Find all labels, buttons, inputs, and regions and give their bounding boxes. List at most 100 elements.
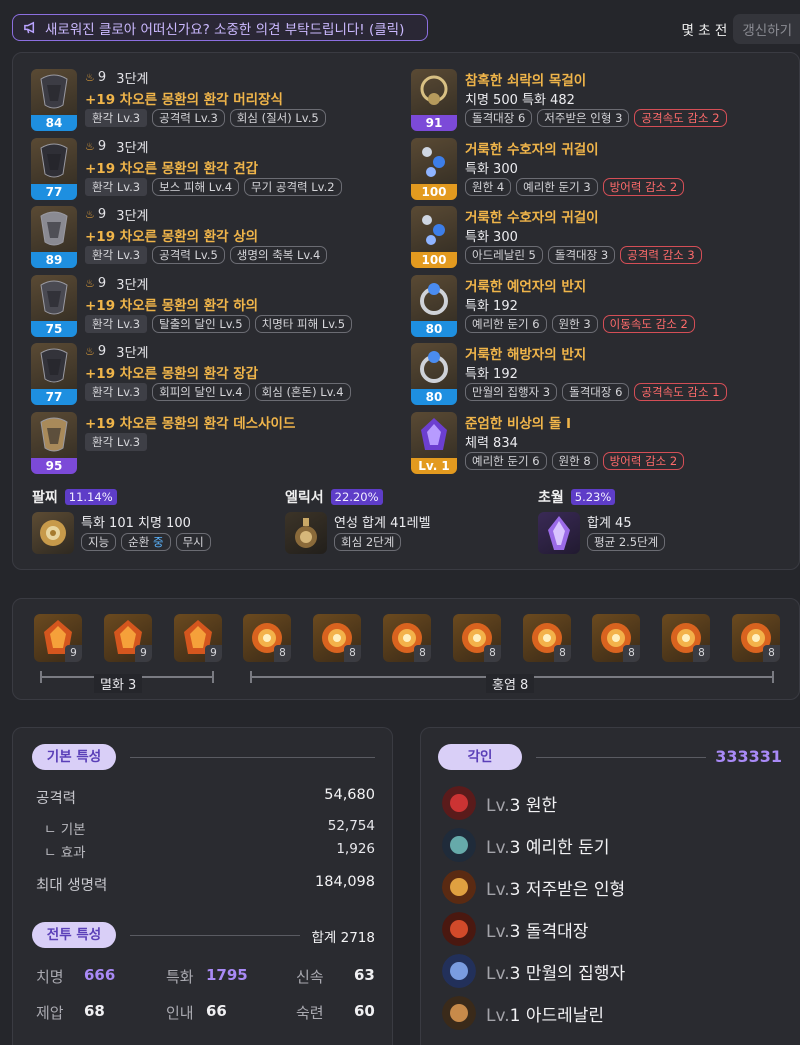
bracelet-percent: 11.14%	[64, 489, 117, 505]
option-tag: 치명타 피해 Lv.5	[254, 315, 353, 333]
armor-item[interactable]: 77 ♨ 9 3단계 +19 차오른 몽환의 환각 장갑 환각 Lv.3 회피의 달인 L…	[31, 343, 351, 405]
armor-item[interactable]: 84 ♨ 9 3단계 +19 차오른 몽환의 환각 머리장식 환각 Lv.3 공격력 Lv…	[31, 69, 326, 131]
accessory-item[interactable]: 80 거룩한 해방자의 반지 특화 192 만월의 집행자 3 돌격대장 6 공격속도 감…	[411, 343, 727, 405]
bracelet-item[interactable]: 특화 101 치명 100 지능 순환 중 무시	[32, 512, 211, 554]
engraving-item[interactable]: Lv.1 아드레날린	[442, 996, 604, 1030]
transcend-item[interactable]: 합계 45 평균 2.5단계	[538, 512, 666, 554]
elixir-title: 엘릭서	[285, 490, 324, 506]
option-tag: 원한 8	[551, 452, 598, 470]
refresh-button[interactable]: 갱신하기	[733, 14, 800, 44]
accessory-image: 80	[411, 343, 457, 405]
upgrade-level: ♨ 9 3단계	[85, 276, 149, 293]
quality-badge: 89	[31, 252, 77, 268]
attack-value: 54,680	[324, 787, 375, 803]
engraving-text: Lv.3 돌격대장	[486, 921, 589, 942]
flame-icon: ♨	[85, 277, 95, 290]
combat-stat-value: 1795	[206, 966, 248, 984]
gem-level: 8	[414, 645, 431, 662]
gem-level: 8	[693, 645, 710, 662]
engraving-item[interactable]: Lv.3 돌격대장	[442, 912, 588, 946]
gem-slot[interactable]: 9	[174, 614, 222, 662]
accessory-stats: 체력 834	[465, 436, 518, 451]
accessory-image: Lv. 1	[411, 412, 457, 474]
gem-slot[interactable]: 8	[383, 614, 431, 662]
option-tag: 원한 3	[551, 315, 598, 333]
gem-group-label: 홍염 8	[486, 674, 535, 693]
option-tag: 보스 피해 Lv.4	[152, 178, 240, 196]
option-tag: 탈출의 달인 Lv.5	[152, 315, 250, 333]
quality-badge: 100	[411, 184, 457, 200]
gem-slot[interactable]: 8	[243, 614, 291, 662]
bracelet-tag: 순환 중	[121, 533, 171, 551]
option-tag: 생명의 축복 Lv.4	[229, 246, 328, 264]
option-tag: 환각 Lv.3	[85, 433, 148, 451]
elixir-stats: 연성 합계 41레벨	[334, 516, 431, 531]
engraving-item[interactable]: Lv.3 예리한 둔기	[442, 828, 609, 862]
combat-stat-value: 60	[354, 1002, 375, 1020]
effect-attack-label: ㄴ 효과	[44, 845, 86, 861]
penalty-tag: 공격속도 감소 1	[634, 383, 727, 401]
accessory-item[interactable]: Lv. 1 준엄한 비상의 돌 I 체력 834 예리한 둔기 6 원한 8 방어력 감소…	[411, 412, 685, 474]
transcend-crystal-image	[538, 512, 580, 554]
engraving-item[interactable]: Lv.3 저주받은 인형	[442, 870, 625, 904]
accessory-item[interactable]: 100 거룩한 수호자의 귀걸이 특화 300 원한 4 예리한 둔기 3 방어력 감소 …	[411, 138, 685, 200]
quality-badge: 100	[411, 252, 457, 268]
bracelet-tag: 지능	[81, 533, 117, 551]
engravings-badge: 각인	[438, 744, 522, 770]
top-bar: 새로워진 클로아 어떠신가요? 소중한 의견 부탁드립니다! (클릭) 몇 초 …	[0, 0, 800, 50]
armor-item[interactable]: 95 +19 차오른 몽환의 환각 데스사이드 환각 Lv.3	[31, 412, 295, 474]
elixir-image	[285, 512, 327, 554]
gem-slot[interactable]: 8	[523, 614, 571, 662]
elixir-percent: 22.20%	[330, 489, 383, 505]
elixir-tag: 회심 2단계	[334, 533, 402, 551]
gem-slot[interactable]: 8	[662, 614, 710, 662]
megaphone-icon	[23, 20, 38, 35]
penalty-tag: 공격력 감소 3	[620, 246, 702, 264]
gem-slot[interactable]: 8	[732, 614, 780, 662]
armor-item[interactable]: 89 ♨ 9 3단계 +19 차오른 몽환의 환각 상의 환각 Lv.3 공격력 Lv.5…	[31, 206, 328, 268]
elixir-item[interactable]: 연성 합계 41레벨 회심 2단계	[285, 512, 431, 554]
engraving-item[interactable]: Lv.3 만월의 집행자	[442, 954, 625, 988]
gem-slot[interactable]: 8	[453, 614, 501, 662]
gem-slot[interactable]: 8	[313, 614, 361, 662]
quality-badge: 80	[411, 321, 457, 337]
accessory-stats: 특화 300	[465, 162, 518, 177]
armor-image: 95	[31, 412, 77, 474]
bracelet-header: 팔찌 11.14%	[32, 487, 117, 507]
flame-icon: ♨	[85, 208, 95, 221]
upgrade-level: ♨ 9 3단계	[85, 344, 149, 361]
engraving-text: Lv.3 예리한 둔기	[486, 837, 610, 858]
engraving-icon	[442, 996, 476, 1030]
accessory-item[interactable]: 100 거룩한 수호자의 귀걸이 특화 300 아드레날린 5 돌격대장 3 공격력 감소…	[411, 206, 702, 268]
option-tag: 환각 Lv.3	[85, 178, 148, 196]
armor-name: +19 차오른 몽환의 환각 하의	[85, 298, 259, 314]
option-tag: 원한 4	[465, 178, 512, 196]
accessory-item[interactable]: 80 거룩한 예언자의 반지 특화 192 예리한 둔기 6 원한 3 이동속도 감소 2	[411, 275, 695, 337]
feedback-notice[interactable]: 새로워진 클로아 어떠신가요? 소중한 의견 부탁드립니다! (클릭)	[12, 14, 428, 41]
accessory-stats: 특화 192	[465, 367, 518, 382]
max-hp-label: 최대 생명력	[36, 878, 108, 894]
accessory-name: 거룩한 수호자의 귀걸이	[465, 142, 599, 158]
flame-icon: ♨	[85, 71, 95, 84]
flame-icon: ♨	[85, 140, 95, 153]
option-tag: 무기 공격력 Lv.2	[244, 178, 342, 196]
engraving-icon	[442, 786, 476, 820]
armor-item[interactable]: 77 ♨ 9 3단계 +19 차오른 몽환의 환각 견갑 환각 Lv.3 보스 피해 Lv…	[31, 138, 342, 200]
accessory-stats: 특화 300	[465, 230, 518, 245]
gem-slot[interactable]: 9	[104, 614, 152, 662]
engraving-icon	[442, 912, 476, 946]
gem-level: 8	[344, 645, 361, 662]
armor-name: +19 차오른 몽환의 환각 머리장식	[85, 92, 283, 108]
gem-slot[interactable]: 8	[592, 614, 640, 662]
divider	[130, 757, 375, 758]
accessory-item[interactable]: 91 참혹한 쇠락의 목걸이 치명 500 특화 482 돌격대장 6 저주받은 인형 …	[411, 69, 727, 131]
gem-slot[interactable]: 9	[34, 614, 82, 662]
transcend-title: 초월	[538, 490, 564, 506]
engraving-item[interactable]: Lv.3 원한	[442, 786, 557, 820]
option-tag: 돌격대장 6	[562, 383, 630, 401]
armor-item[interactable]: 75 ♨ 9 3단계 +19 차오른 몽환의 환각 하의 환각 Lv.3 탈출의 달인 L…	[31, 275, 353, 337]
accessory-name: 거룩한 해방자의 반지	[465, 347, 587, 363]
combat-stat-value: 666	[84, 966, 116, 984]
engraving-icon	[442, 954, 476, 988]
combat-stat-label: 특화	[166, 968, 194, 986]
